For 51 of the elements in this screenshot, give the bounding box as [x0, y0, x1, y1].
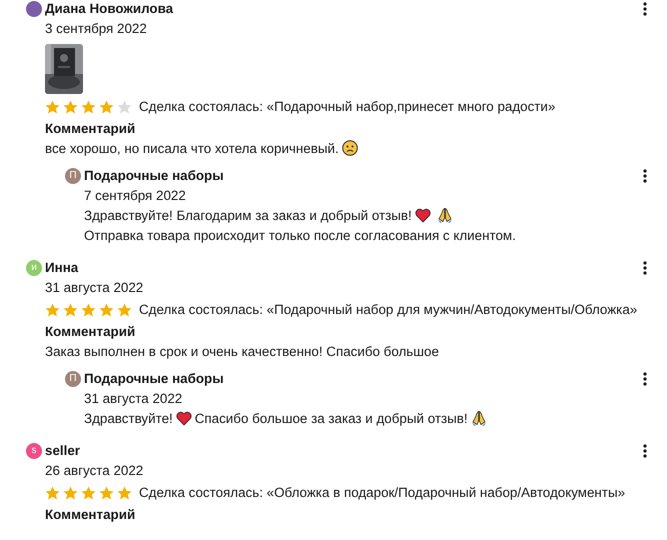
- comment-heading: Комментарий: [45, 506, 136, 524]
- heart-icon: [414, 208, 431, 223]
- star-icon: [63, 303, 78, 317]
- star-icon: [81, 486, 96, 500]
- author-name: Подарочные наборы: [84, 167, 224, 185]
- deal-text: Сделка состоялась: «Обложка в подарок/Подарочный набор/Автодокументы»: [139, 484, 626, 502]
- review-date: 31 августа 2022: [45, 279, 144, 297]
- more-icon[interactable]: [643, 372, 647, 386]
- author-name: Диана Новожилова: [45, 0, 174, 18]
- review-date: 3 сентября 2022: [45, 20, 148, 38]
- praying-hands-icon: [436, 207, 453, 223]
- more-icon[interactable]: [643, 169, 647, 183]
- avatar: П: [65, 371, 81, 387]
- comment-heading: Комментарий: [45, 323, 136, 341]
- more-icon[interactable]: [643, 261, 647, 275]
- star-icon: [99, 303, 114, 317]
- star-icon: [63, 100, 78, 114]
- reply-date: 31 августа 2022: [84, 390, 184, 408]
- message-text: Здравствуйте! Благодарим за заказ и добрый отзыв!: [84, 208, 412, 223]
- sad-face-icon: [342, 140, 358, 156]
- comment-heading: Комментарий: [45, 120, 136, 138]
- message-text: Отправка товара происходит только после согласования с клиентом.: [84, 228, 516, 243]
- star-icon: [81, 303, 96, 317]
- deal-text: Сделка состоялась: «Подарочный набор,принесет много радости»: [139, 98, 556, 116]
- author-name: Подарочные наборы: [84, 370, 224, 388]
- message-text: Спасибо большое за заказ и добрый отзыв!: [194, 411, 468, 426]
- star-icon: [99, 100, 114, 114]
- message-text: все хорошо, но писала что хотела коричневый.: [45, 141, 339, 156]
- praying-hands-icon: [470, 410, 487, 426]
- reply-date: 7 сентября 2022: [84, 187, 187, 205]
- author-name: seller: [45, 442, 80, 460]
- heart-icon: [176, 411, 192, 426]
- star-icon: [45, 303, 60, 317]
- star-icon: [45, 100, 60, 114]
- star-icon: [81, 100, 96, 114]
- star-icon: [99, 486, 114, 500]
- avatar: s: [26, 443, 42, 459]
- deal-text: Сделка состоялась: «Подарочный набор для мужчин/Автодокументы/Обложка»: [139, 301, 638, 319]
- more-icon[interactable]: [643, 2, 647, 16]
- star-icon: [63, 486, 78, 500]
- review-date: 26 августа 2022: [45, 462, 144, 480]
- message-text: Заказ выполнен в срок и очень качественно! Спасибо большое: [45, 344, 439, 359]
- star-icon: [117, 486, 132, 500]
- more-icon[interactable]: [643, 444, 647, 458]
- avatar: и: [26, 260, 42, 276]
- avatar: П: [65, 168, 81, 184]
- message-text: Здравствуйте!: [84, 411, 173, 426]
- star-icon: [117, 303, 132, 317]
- star-icon: [117, 100, 132, 114]
- star-icon: [45, 486, 60, 500]
- author-name: Инна: [45, 259, 78, 277]
